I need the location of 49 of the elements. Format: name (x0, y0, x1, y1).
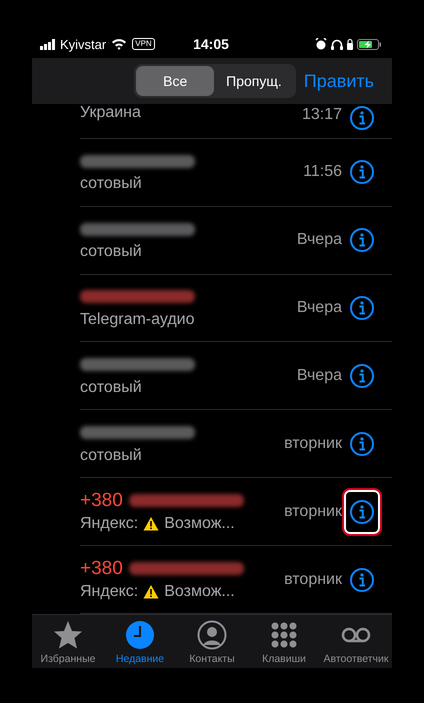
call-detail-text: Возмож... (164, 582, 235, 601)
call-type-label: Украина (80, 104, 141, 122)
call-type-label: сотовый (80, 243, 142, 262)
signal-icon (40, 38, 55, 50)
call-time: Вчера (296, 298, 342, 317)
info-icon[interactable] (350, 296, 374, 320)
info-icon[interactable] (350, 500, 374, 524)
tab-bar-item[interactable]: Клавиши (248, 620, 320, 665)
battery-charging-icon (357, 38, 382, 50)
info-icon[interactable] (350, 432, 374, 456)
clock-icon (125, 620, 155, 650)
call-time: Вчера (296, 366, 342, 385)
tab-bar-item[interactable]: Контакты (176, 620, 248, 665)
info-icon[interactable] (350, 364, 374, 388)
tab-bar-item[interactable]: Автоответчик (320, 620, 392, 665)
call-type-label: Яндекс: (80, 582, 138, 601)
call-type-label: сотовый (80, 446, 142, 465)
call-time: Вчера (296, 231, 342, 250)
call-time: вторник (284, 502, 342, 521)
call-detail-text: Возмож... (164, 514, 235, 533)
filter-tab[interactable]: Все (136, 66, 214, 96)
info-icon[interactable] (350, 160, 374, 184)
tab-bar-item[interactable]: Недавние (104, 620, 176, 665)
alarm-icon (315, 38, 327, 50)
call-type-label: Telegram-аудио (80, 310, 194, 329)
phone-number-prefix: +380 (80, 558, 123, 580)
call-time: вторник (284, 570, 342, 589)
call-time: 11:56 (303, 163, 342, 182)
call-time: вторник (284, 434, 342, 453)
keypad-icon (269, 620, 299, 650)
clock-time: 14:05 (193, 36, 229, 52)
vpn-badge: VPN (132, 38, 155, 50)
lock-icon (347, 38, 353, 50)
phone-number-prefix: +380 (80, 490, 123, 512)
call-time: 13:17 (302, 106, 342, 124)
person-icon (197, 620, 227, 650)
tab-bar-item[interactable]: Избранные (32, 620, 104, 665)
call-type-label: Яндекс: (80, 514, 138, 533)
call-type-label: сотовый (80, 175, 142, 194)
star-icon (53, 620, 83, 650)
info-icon[interactable] (350, 228, 374, 252)
headphones-icon (331, 38, 343, 50)
info-icon[interactable] (350, 106, 374, 130)
carrier-name: Kyivstar (60, 36, 106, 52)
info-icon[interactable] (350, 568, 374, 592)
wifi-icon (111, 38, 128, 50)
edit-link[interactable]: Править (304, 70, 374, 92)
filter-tab[interactable]: Пропущ. (214, 66, 294, 96)
call-type-label: сотовый (80, 378, 142, 397)
